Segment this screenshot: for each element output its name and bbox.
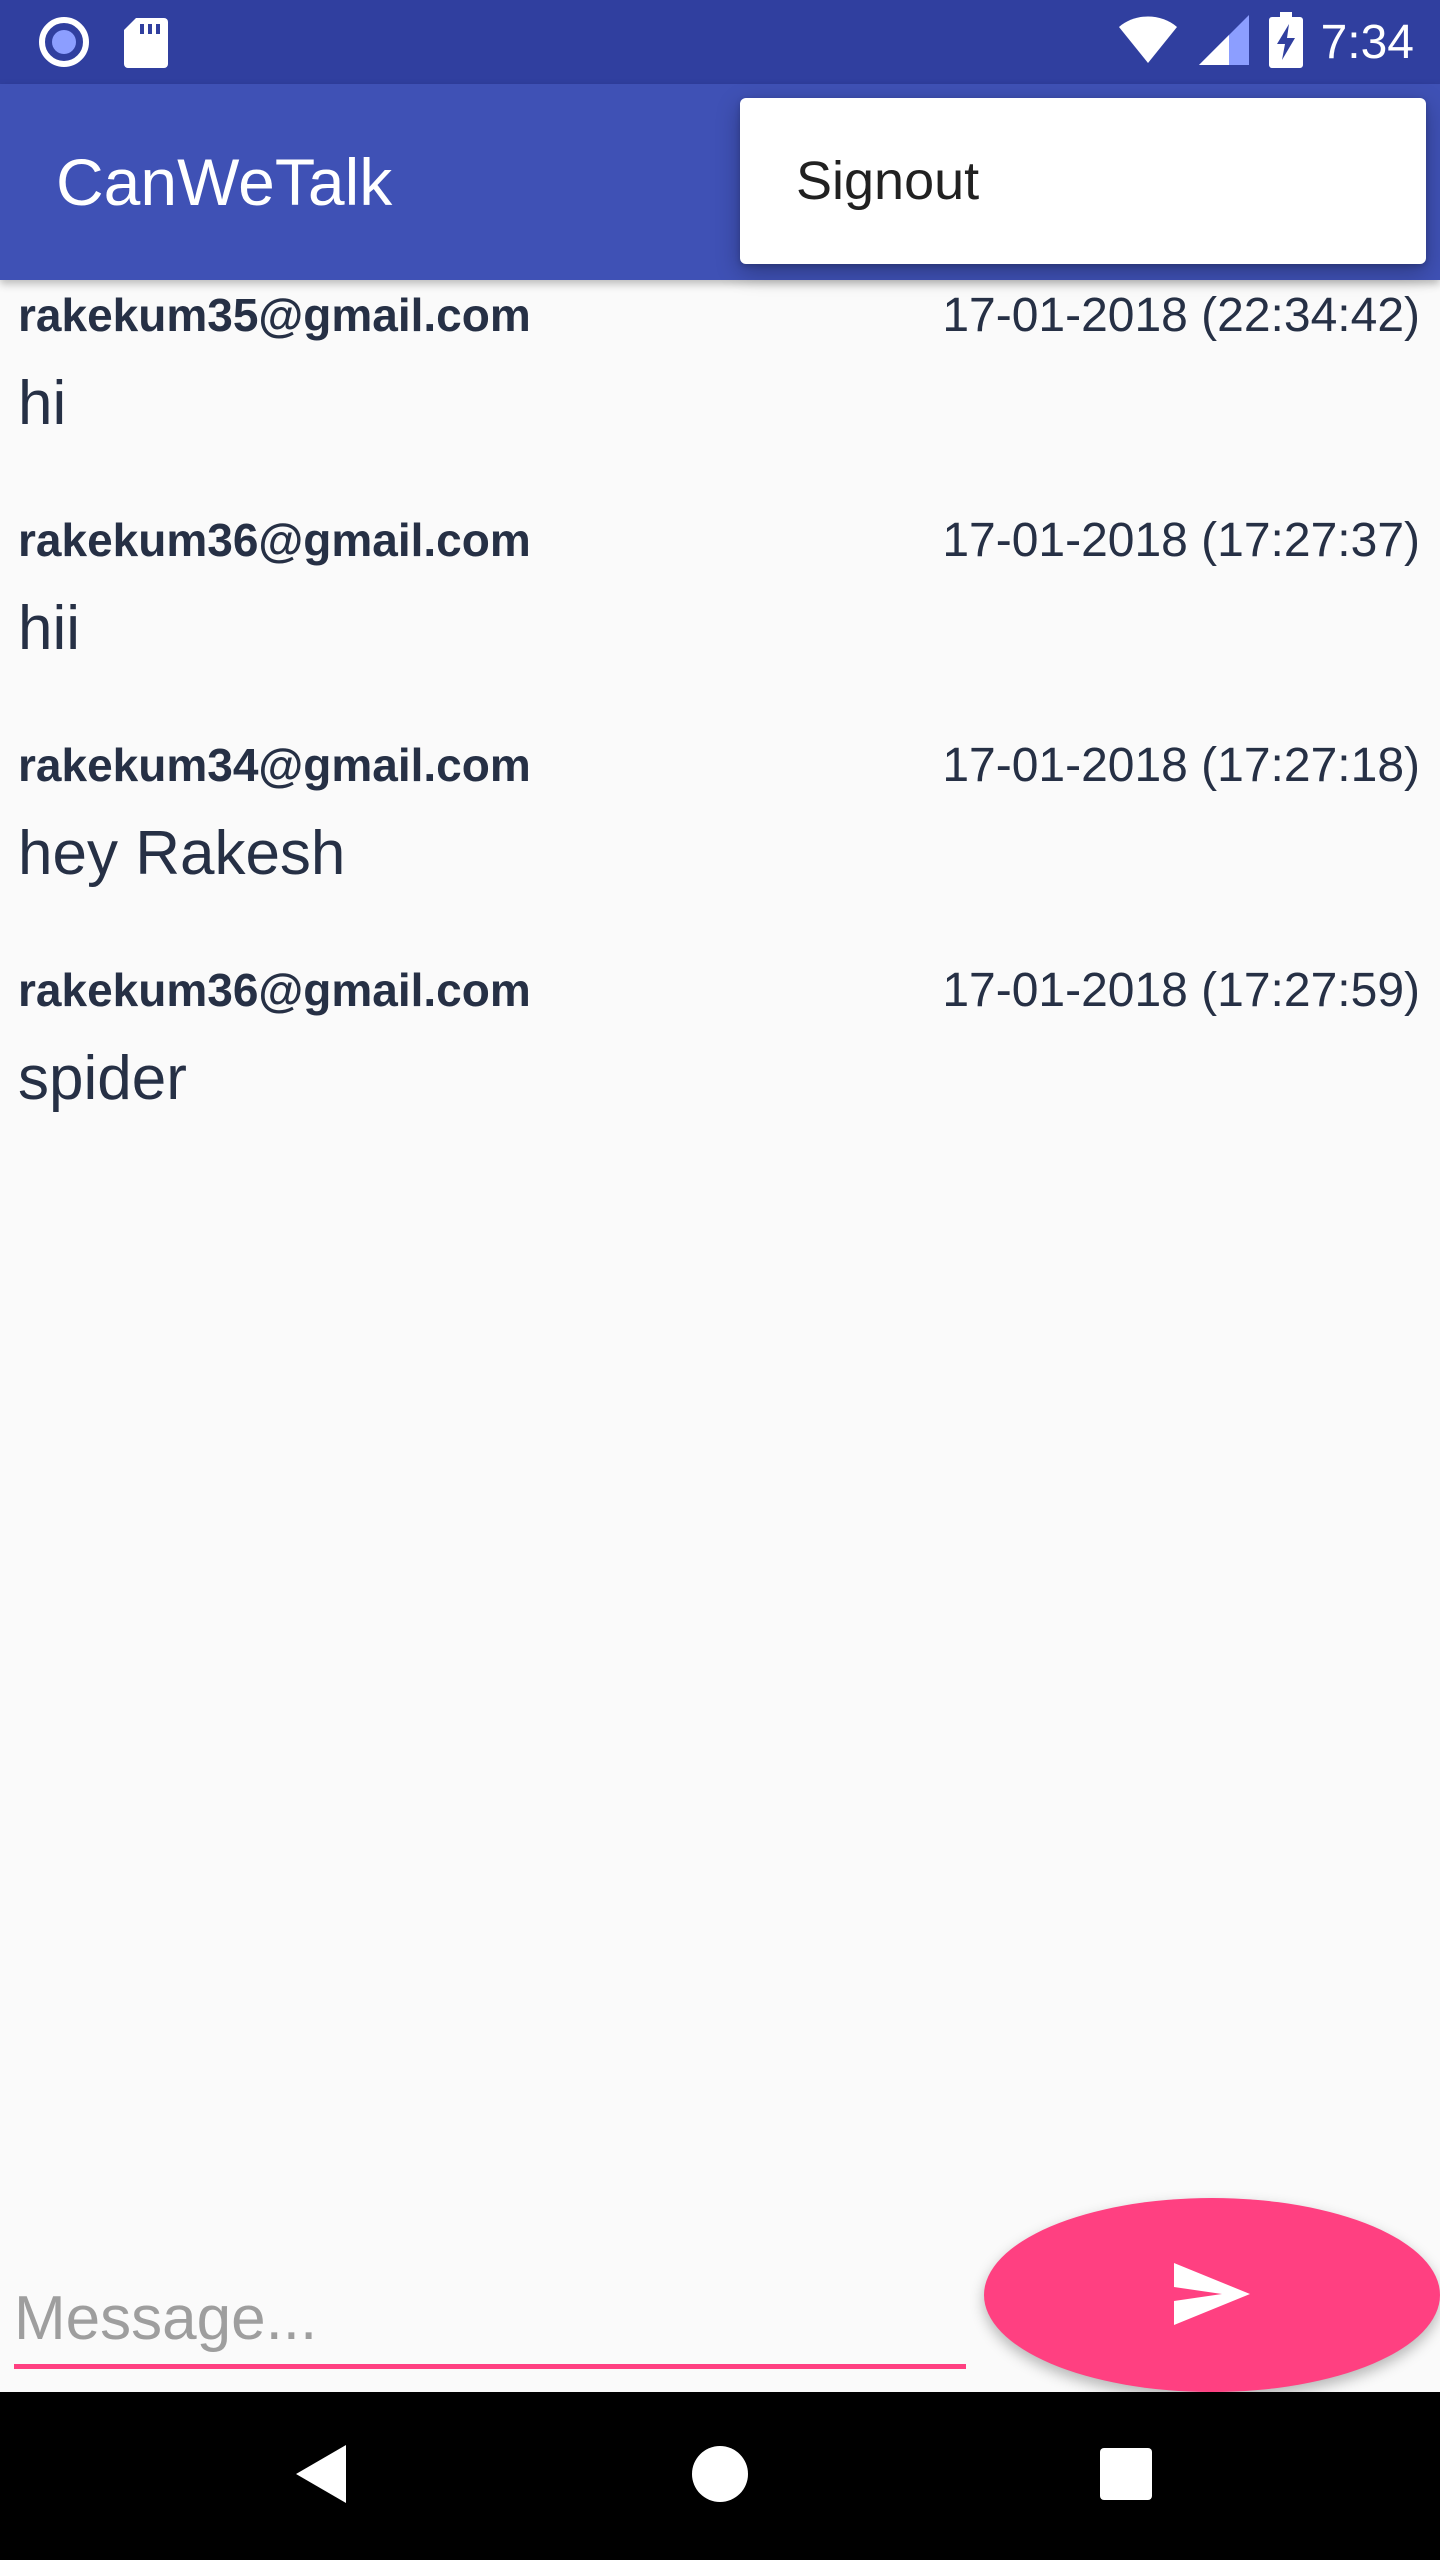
sd-card-icon <box>122 14 178 70</box>
wifi-icon <box>1117 15 1179 70</box>
status-right-group: 7:34 <box>1117 0 1414 84</box>
recents-icon <box>1099 2447 1153 2506</box>
menu-item-signout[interactable]: Signout <box>740 98 1426 264</box>
navigation-bar <box>0 2392 1440 2560</box>
message-list[interactable]: rakekum35@gmail.com 17-01-2018 (22:34:42… <box>0 280 1440 1180</box>
message-item: rakekum36@gmail.com 17-01-2018 (17:27:59… <box>0 955 1440 1180</box>
signal-icon <box>1197 13 1251 72</box>
message-text: hii <box>18 594 81 663</box>
message-sender: rakekum34@gmail.com <box>18 739 531 791</box>
battery-charging-icon <box>1268 11 1303 73</box>
home-icon <box>691 2445 749 2508</box>
overflow-menu: Signout <box>740 98 1426 264</box>
status-bar: 7:34 <box>0 0 1440 84</box>
back-icon <box>292 2443 348 2510</box>
message-sender: rakekum36@gmail.com <box>18 964 531 1016</box>
message-item: rakekum34@gmail.com 17-01-2018 (17:27:18… <box>0 730 1440 955</box>
message-input[interactable] <box>14 2272 966 2369</box>
back-button[interactable] <box>220 2392 420 2560</box>
message-composer <box>0 2190 1440 2392</box>
message-timestamp: 17-01-2018 (17:27:59) <box>942 964 1420 1017</box>
message-item: rakekum36@gmail.com 17-01-2018 (17:27:37… <box>0 505 1440 730</box>
message-text: hey Rakesh <box>18 819 346 888</box>
message-timestamp: 17-01-2018 (17:27:18) <box>942 739 1420 792</box>
message-text: hi <box>18 369 67 438</box>
clock: 7:34 <box>1320 15 1414 69</box>
message-sender: rakekum35@gmail.com <box>18 289 531 341</box>
app-title: CanWeTalk <box>56 145 393 219</box>
send-button[interactable] <box>984 2198 1440 2392</box>
message-item: rakekum35@gmail.com 17-01-2018 (22:34:42… <box>0 280 1440 505</box>
recents-button[interactable] <box>1026 2392 1226 2560</box>
home-button[interactable] <box>620 2392 820 2560</box>
message-timestamp: 17-01-2018 (22:34:42) <box>942 289 1420 342</box>
record-icon <box>36 14 92 70</box>
message-timestamp: 17-01-2018 (17:27:37) <box>942 514 1420 567</box>
send-icon <box>1172 2261 1252 2330</box>
message-text: spider <box>18 1044 187 1113</box>
message-sender: rakekum36@gmail.com <box>18 514 531 566</box>
